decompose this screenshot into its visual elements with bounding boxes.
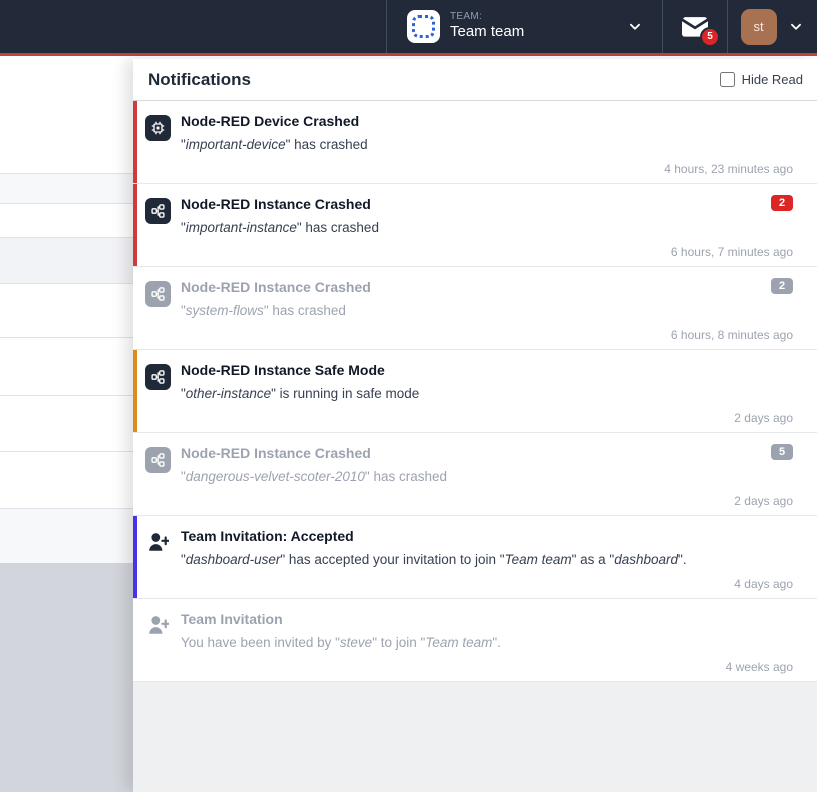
background-divider [0, 203, 133, 204]
chevron-down-icon [787, 18, 805, 36]
hide-read-toggle[interactable]: Hide Read [720, 72, 803, 87]
team-selector[interactable]: TEAM: Team team [386, 0, 662, 53]
unread-accent-bar [133, 184, 137, 266]
notification-message: "important-instance" has crashed [181, 218, 793, 238]
notification-timestamp: 4 hours, 23 minutes ago [181, 162, 793, 176]
notification-item[interactable]: Team Invitation You have been invited by… [133, 599, 817, 682]
background-page [0, 59, 133, 792]
notification-timestamp: 6 hours, 8 minutes ago [181, 328, 793, 342]
user-avatar: st [741, 9, 777, 45]
notification-timestamp: 4 weeks ago [181, 660, 793, 674]
notification-timestamp: 6 hours, 7 minutes ago [181, 245, 793, 259]
instance-icon [145, 198, 171, 266]
notification-list: Node-RED Device Crashed "important-devic… [133, 101, 817, 682]
notification-count-badge: 2 [771, 278, 793, 294]
background-divider [0, 283, 133, 284]
unread-count-badge: 5 [700, 27, 720, 47]
notifications-inbox-button[interactable]: 5 [662, 0, 727, 53]
user-add-icon [145, 613, 171, 681]
notification-message: "other-instance" is running in safe mode [181, 384, 793, 404]
background-divider [0, 337, 133, 338]
background-row [0, 509, 133, 563]
background-row [0, 174, 133, 203]
user-menu[interactable]: st [727, 0, 817, 53]
notification-message: "dangerous-velvet-scoter-2010" has crash… [181, 467, 793, 487]
notification-item[interactable]: Team Invitation: Accepted "dashboard-use… [133, 516, 817, 599]
panel-empty-area [133, 682, 817, 792]
notification-title: Team Invitation: Accepted [181, 526, 793, 546]
device-icon [145, 115, 171, 183]
top-navbar: TEAM: Team team 5 st [0, 0, 817, 56]
notification-item[interactable]: Node-RED Instance Crashed "important-ins… [133, 184, 817, 267]
user-add-icon [145, 530, 171, 598]
notification-title: Node-RED Instance Crashed [181, 194, 793, 214]
team-name: Team team [450, 23, 616, 42]
notifications-header: Notifications Hide Read [133, 59, 817, 101]
notification-item[interactable]: Node-RED Instance Safe Mode "other-insta… [133, 350, 817, 433]
unread-accent-bar [133, 350, 137, 432]
notification-timestamp: 4 days ago [181, 577, 793, 591]
notification-title: Node-RED Instance Crashed [181, 443, 793, 463]
instance-icon [145, 447, 171, 515]
notification-count-badge: 2 [771, 195, 793, 211]
hide-read-checkbox[interactable] [720, 72, 735, 87]
background-footer-block [0, 563, 133, 792]
notification-item[interactable]: Node-RED Instance Crashed "system-flows"… [133, 267, 817, 350]
hide-read-label: Hide Read [742, 72, 803, 87]
chevron-down-icon [626, 18, 644, 36]
notification-title: Node-RED Instance Crashed [181, 277, 793, 297]
notification-message: "system-flows" has crashed [181, 301, 793, 321]
instance-icon [145, 364, 171, 432]
background-divider [0, 451, 133, 452]
team-avatar-icon [407, 10, 440, 43]
team-label: TEAM: [450, 11, 616, 24]
notification-message: "dashboard-user" has accepted your invit… [181, 550, 793, 570]
page-title: Notifications [148, 70, 251, 90]
notification-count-badge: 5 [771, 444, 793, 460]
notification-title: Node-RED Instance Safe Mode [181, 360, 793, 380]
unread-accent-bar [133, 516, 137, 598]
notification-title: Node-RED Device Crashed [181, 111, 793, 131]
notification-timestamp: 2 days ago [181, 494, 793, 508]
notification-timestamp: 2 days ago [181, 411, 793, 425]
instance-icon [145, 281, 171, 349]
notification-message: "important-device" has crashed [181, 135, 793, 155]
background-row [0, 238, 133, 283]
notification-item[interactable]: Node-RED Device Crashed "important-devic… [133, 101, 817, 184]
notifications-panel: Notifications Hide Read Node-RED Device … [133, 59, 817, 792]
notification-message: You have been invited by "steve" to join… [181, 633, 793, 653]
notification-title: Team Invitation [181, 609, 793, 629]
background-divider [0, 395, 133, 396]
notification-item[interactable]: Node-RED Instance Crashed "dangerous-vel… [133, 433, 817, 516]
unread-accent-bar [133, 101, 137, 183]
